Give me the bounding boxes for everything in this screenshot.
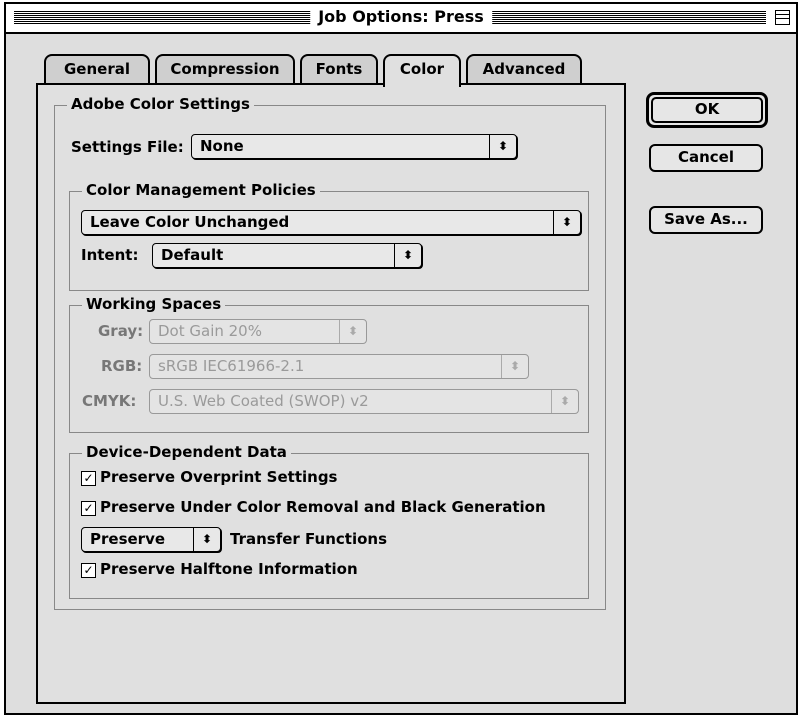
tab-fonts[interactable]: Fonts <box>300 54 378 84</box>
rgb-space-value: sRGB IEC61966-2.1 <box>158 357 305 375</box>
tab-compression[interactable]: Compression <box>155 54 295 84</box>
adobe-color-settings-group: Adobe Color Settings Settings File: None… <box>54 94 606 610</box>
ok-button[interactable]: OK <box>646 92 768 128</box>
window-title: Job Options: Press <box>310 6 492 28</box>
preserve-halftone-checkbox[interactable]: ✓ <box>81 563 96 578</box>
color-policy-value: Leave Color Unchanged <box>90 213 290 231</box>
collapse-box-icon[interactable] <box>775 10 790 25</box>
color-management-title: Color Management Policies <box>82 180 320 200</box>
popup-arrow-icon: ⬍ <box>394 244 421 267</box>
preserve-halftone-label: Preserve Halftone Information <box>100 560 358 578</box>
transfer-functions-label: Transfer Functions <box>230 530 388 548</box>
transfer-functions-value: Preserve <box>90 530 166 548</box>
gray-label: Gray: <box>98 322 144 340</box>
popup-arrow-icon: ⬍ <box>339 320 366 343</box>
rgb-space-popup[interactable]: sRGB IEC61966-2.1 ⬍ <box>149 354 529 379</box>
tab-advanced[interactable]: Advanced <box>466 54 582 84</box>
popup-arrow-icon: ⬍ <box>489 135 516 158</box>
preserve-overprint-label: Preserve Overprint Settings <box>100 468 338 486</box>
device-dependent-group: Device-Dependent Data ✓ Preserve Overpri… <box>69 442 589 599</box>
settings-file-label: Settings File: <box>71 138 184 156</box>
working-spaces-group: Working Spaces Gray: Dot Gain 20% ⬍ RGB:… <box>69 294 589 433</box>
cmyk-space-value: U.S. Web Coated (SWOP) v2 <box>158 392 369 410</box>
color-management-group: Color Management Policies Leave Color Un… <box>69 180 589 291</box>
settings-file-popup[interactable]: None ⬍ <box>191 134 517 159</box>
cmyk-label: CMYK: <box>82 392 137 410</box>
gray-space-popup[interactable]: Dot Gain 20% ⬍ <box>149 319 367 344</box>
adobe-color-settings-title: Adobe Color Settings <box>67 94 254 114</box>
rgb-label: RGB: <box>101 357 143 375</box>
transfer-functions-popup[interactable]: Preserve ⬍ <box>81 527 221 552</box>
popup-arrow-icon: ⬍ <box>551 390 578 413</box>
settings-file-value: None <box>200 137 244 155</box>
color-policy-popup[interactable]: Leave Color Unchanged ⬍ <box>81 210 581 235</box>
intent-label: Intent: <box>81 246 139 264</box>
popup-arrow-icon: ⬍ <box>553 211 580 234</box>
tab-general[interactable]: General <box>44 54 150 84</box>
tab-color[interactable]: Color <box>383 54 461 87</box>
cmyk-space-popup[interactable]: U.S. Web Coated (SWOP) v2 ⬍ <box>149 389 579 414</box>
title-bar[interactable]: Job Options: Press <box>6 4 796 34</box>
working-spaces-title: Working Spaces <box>82 294 226 314</box>
preserve-ucr-checkbox[interactable]: ✓ <box>81 501 96 516</box>
intent-value: Default <box>161 246 224 264</box>
intent-popup[interactable]: Default ⬍ <box>152 243 422 268</box>
save-as-button[interactable]: Save As... <box>649 206 763 234</box>
color-tab-panel: Adobe Color Settings Settings File: None… <box>36 83 626 704</box>
cancel-button[interactable]: Cancel <box>649 144 763 172</box>
popup-arrow-icon: ⬍ <box>501 355 528 378</box>
gray-space-value: Dot Gain 20% <box>158 322 262 340</box>
popup-arrow-icon: ⬍ <box>193 528 220 551</box>
preserve-ucr-label: Preserve Under Color Removal and Black G… <box>100 498 546 516</box>
preserve-overprint-checkbox[interactable]: ✓ <box>81 471 96 486</box>
device-dependent-title: Device-Dependent Data <box>82 442 291 462</box>
job-options-window: Job Options: Press General Compression F… <box>4 2 798 715</box>
